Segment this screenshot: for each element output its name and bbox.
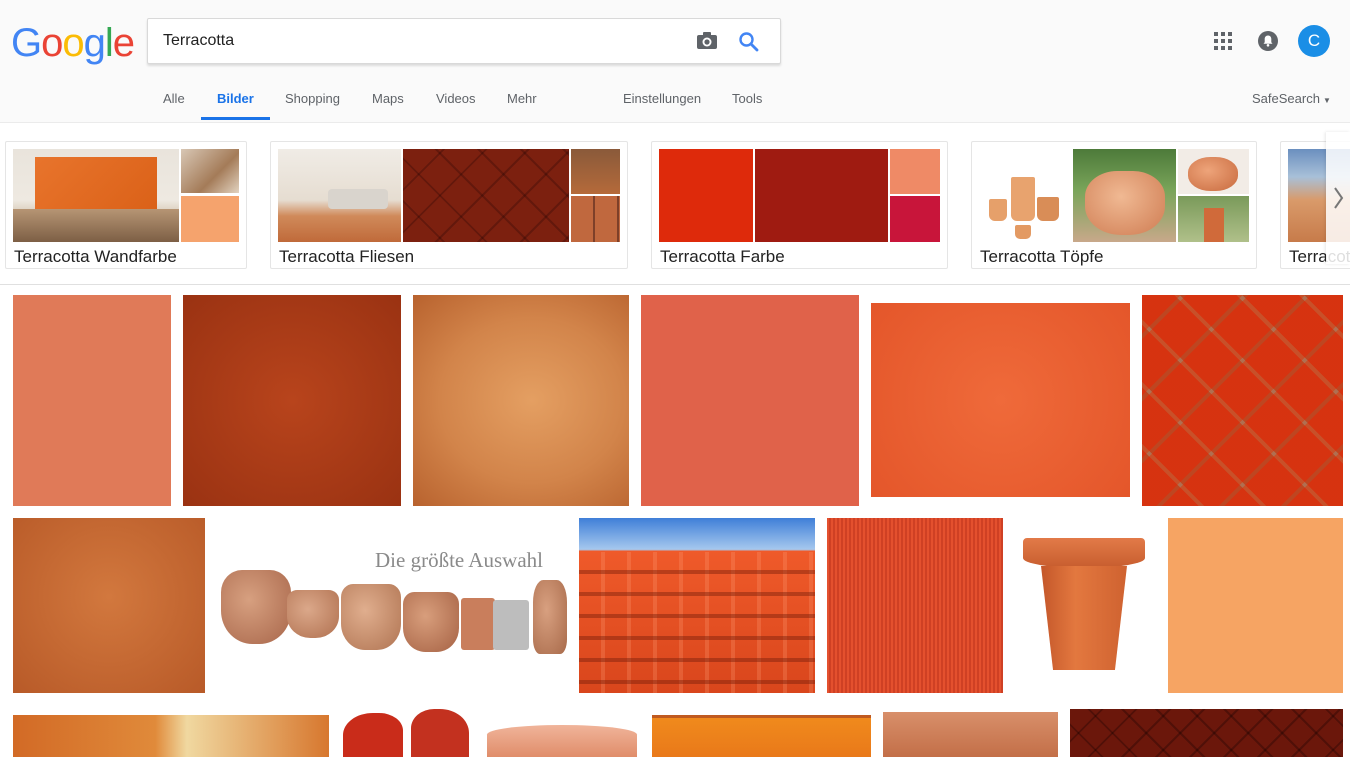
image-result[interactable] <box>341 705 473 757</box>
image-result[interactable] <box>1142 295 1343 506</box>
image-result[interactable] <box>883 712 1058 757</box>
settings-link[interactable]: Einstellungen <box>623 91 701 106</box>
image-result[interactable] <box>183 295 401 506</box>
image-result[interactable] <box>13 715 329 757</box>
caret-down-icon: ▼ <box>1322 96 1331 105</box>
safesearch-dropdown[interactable]: SafeSearch ▼ <box>1252 91 1331 106</box>
image-result[interactable] <box>827 518 1003 693</box>
tab-all[interactable]: Alle <box>163 91 185 106</box>
color-swatch <box>755 149 888 242</box>
color-swatch <box>659 149 753 242</box>
active-tab-indicator <box>201 117 270 120</box>
tab-more[interactable]: Mehr <box>507 91 537 106</box>
related-card-label: Terracotta Töpfe <box>980 247 1104 266</box>
tile-thumbnail <box>403 149 569 242</box>
logo-letter: e <box>112 21 135 65</box>
logo-letter: G <box>11 21 42 65</box>
search-box <box>147 18 781 64</box>
logo-letter: l <box>104 21 114 65</box>
room-thumbnail-small <box>181 149 239 193</box>
apps-grid-icon[interactable] <box>1214 32 1232 50</box>
related-card-toepfe[interactable]: Terracotta Töpfe <box>971 141 1257 269</box>
section-divider <box>0 284 1350 285</box>
search-input[interactable] <box>163 30 683 52</box>
header: Google C Alle Bilder Shopping Maps Video… <box>0 0 1350 123</box>
tab-images[interactable]: Bilder <box>217 91 254 106</box>
logo-letter: o <box>41 21 63 65</box>
image-result[interactable] <box>1168 518 1343 693</box>
room-thumbnail <box>13 149 179 242</box>
image-result[interactable] <box>1015 518 1155 693</box>
related-card-label: Terracotta Fliesen <box>279 247 415 266</box>
image-result[interactable] <box>1070 709 1343 757</box>
pot-thumbnail-small <box>1178 196 1249 242</box>
logo-letter: g <box>83 21 106 65</box>
image-result[interactable] <box>485 715 640 757</box>
image-result[interactable] <box>413 295 629 506</box>
related-card-fliesen[interactable]: Terracotta Fliesen <box>270 141 628 269</box>
pot-garden-thumbnail <box>1073 149 1176 242</box>
related-card-label: Terracotta Farbe <box>660 247 785 266</box>
image-result[interactable] <box>13 518 205 693</box>
tile-thumbnail-small <box>571 149 620 194</box>
color-swatch <box>890 149 940 194</box>
tab-shopping[interactable]: Shopping <box>285 91 340 106</box>
safesearch-label: SafeSearch <box>1252 91 1320 106</box>
image-result[interactable] <box>652 715 871 757</box>
related-card-farbe[interactable]: Terracotta Farbe <box>651 141 948 269</box>
tab-videos[interactable]: Videos <box>436 91 476 106</box>
account-avatar[interactable]: C <box>1298 25 1330 57</box>
pot-thumbnail-small <box>1178 149 1249 194</box>
color-swatch <box>181 196 239 242</box>
tools-link[interactable]: Tools <box>732 91 762 106</box>
image-result[interactable] <box>641 295 859 506</box>
related-card-label: Terracotta Wandfarbe <box>14 247 177 266</box>
image-result[interactable] <box>13 295 171 506</box>
search-tabs: Alle Bilder Shopping Maps Videos Mehr Ei… <box>0 80 1350 122</box>
pots-thumbnail <box>979 149 1071 242</box>
camera-icon[interactable] <box>696 31 720 51</box>
google-logo[interactable]: Google <box>11 20 135 66</box>
tile-thumbnail-small <box>571 196 620 242</box>
search-icon[interactable] <box>738 31 760 53</box>
image-result[interactable]: Die größte Auswahl <box>217 518 567 693</box>
notifications-icon[interactable] <box>1258 31 1278 51</box>
logo-letter: o <box>62 21 84 65</box>
image-result[interactable] <box>579 518 815 693</box>
related-card-wandfarbe[interactable]: Terracotta Wandfarbe <box>5 141 247 269</box>
color-swatch <box>890 196 940 242</box>
image-result[interactable] <box>871 303 1130 497</box>
result-banner-text: Die größte Auswahl <box>375 548 543 572</box>
related-scroll-right-button[interactable] <box>1326 132 1350 264</box>
tab-maps[interactable]: Maps <box>372 91 404 106</box>
floor-room-thumbnail <box>278 149 401 242</box>
